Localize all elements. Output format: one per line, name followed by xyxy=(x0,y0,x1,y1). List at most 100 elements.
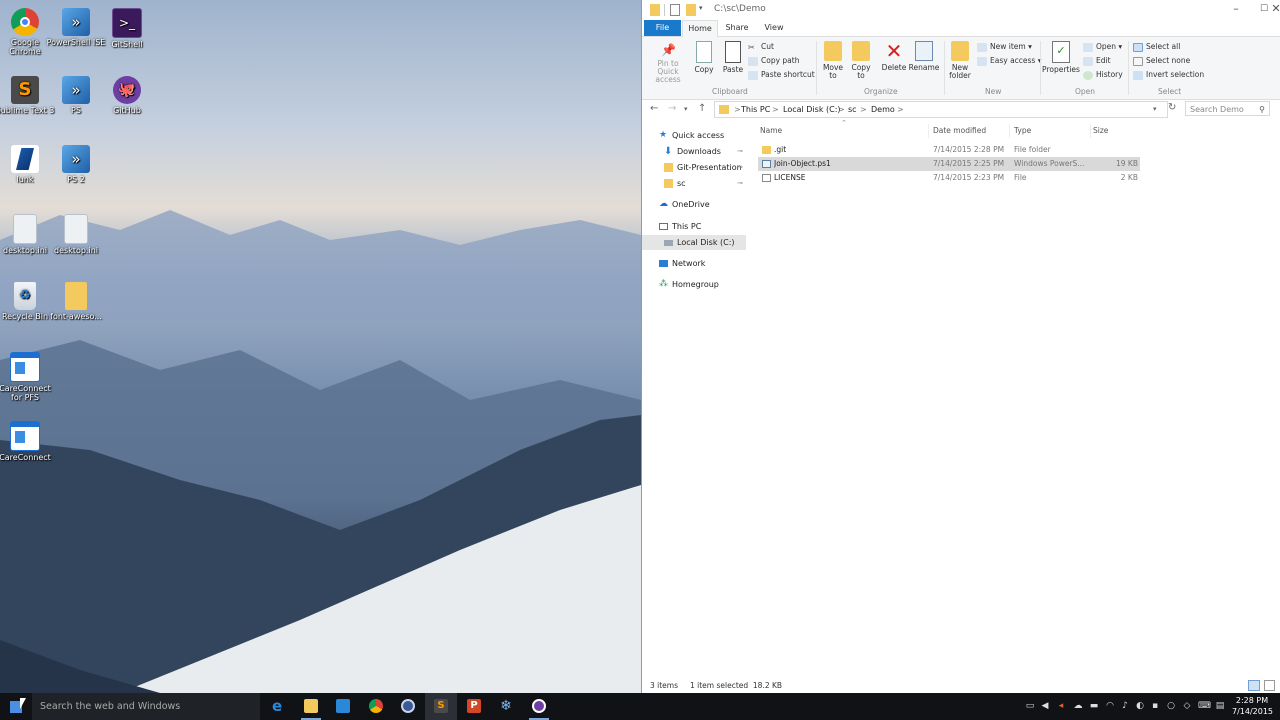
window-title: C:\sc\Demo xyxy=(714,4,766,14)
taskbar-app-snowflake[interactable]: ❄ xyxy=(490,693,522,720)
nav-item-quick-access[interactable]: ★ Quick access xyxy=(642,128,746,143)
taskbar-app-edge[interactable]: e xyxy=(263,693,295,720)
forward-button[interactable]: → xyxy=(668,103,676,114)
copy-button[interactable]: Copy xyxy=(692,41,716,74)
battery-icon[interactable]: ▬ xyxy=(1089,701,1099,711)
properties-button[interactable]: ✓ Properties xyxy=(1042,41,1080,74)
taskbar-app-chrome[interactable] xyxy=(360,693,392,720)
desktop-icon-careconnect-pfs[interactable]: CareConnect for PFS xyxy=(0,352,55,402)
breadcrumb-this-pc[interactable]: This PC xyxy=(741,102,770,117)
show-desktop-icon[interactable]: ▭ xyxy=(1025,701,1035,711)
tab-share[interactable]: Share xyxy=(720,20,754,36)
rename-button[interactable]: Rename xyxy=(908,41,940,72)
copy-to-icon xyxy=(852,41,870,61)
pin-icon[interactable]: ⊸ xyxy=(737,176,743,191)
desktop-icon-github[interactable]: 🐙 GitHub xyxy=(97,76,157,115)
start-button[interactable] xyxy=(0,693,32,720)
taskbar-app-sublime[interactable]: S xyxy=(425,693,457,720)
tray-app-icon[interactable]: ○ xyxy=(1166,701,1176,711)
edit-button[interactable]: Edit xyxy=(1083,56,1111,66)
file-row[interactable]: LICENSE 7/14/2015 2:23 PM File 2 KB xyxy=(758,171,1140,185)
nav-item-sc[interactable]: sc ⊸ xyxy=(642,176,746,191)
easy-access-button[interactable]: Easy access ▾ xyxy=(977,56,1042,66)
chevron-down-icon[interactable]: ▾ xyxy=(699,4,707,16)
column-header-date[interactable]: Date modified xyxy=(933,124,1010,138)
tab-file[interactable]: File xyxy=(644,20,681,36)
taskbar-app-powerpoint[interactable]: P xyxy=(458,693,490,720)
nav-item-onedrive[interactable]: ☁ OneDrive xyxy=(642,197,746,212)
back-button[interactable]: ← xyxy=(650,103,658,114)
speaker-icon[interactable]: ♪ xyxy=(1120,701,1130,711)
chrome-icon xyxy=(11,8,39,36)
breadcrumb-demo[interactable]: Demo xyxy=(871,102,895,117)
tray-app-icon[interactable]: ▪ xyxy=(1150,701,1160,711)
edit-icon xyxy=(1083,56,1093,66)
nav-item-downloads[interactable]: ⬇ Downloads ⊸ xyxy=(642,144,746,159)
notification-icon[interactable]: ▤ xyxy=(1215,701,1225,711)
tray-app-icon[interactable]: ◇ xyxy=(1182,701,1192,711)
breadcrumb-sc[interactable]: sc xyxy=(848,102,857,117)
volume-icon[interactable]: ◀ xyxy=(1040,701,1050,711)
move-to-button[interactable]: Move to xyxy=(820,41,846,80)
wifi-icon[interactable]: ◠ xyxy=(1105,701,1115,711)
taskbar-app-circle[interactable] xyxy=(523,693,555,720)
large-icons-view-icon[interactable] xyxy=(1264,680,1275,691)
close-button[interactable]: ✕ xyxy=(1270,0,1280,20)
pin-quick-access-button[interactable]: 📌 Pin to Quick access xyxy=(646,43,690,84)
recent-locations-button[interactable]: ▾ xyxy=(684,105,688,113)
taskbar-app-file-explorer[interactable] xyxy=(295,693,327,720)
copy-to-button[interactable]: Copy to xyxy=(848,41,874,80)
tab-view[interactable]: View xyxy=(758,20,790,36)
nav-item-local-disk[interactable]: Local Disk (C:) xyxy=(642,235,746,250)
history-button[interactable]: History xyxy=(1083,70,1123,80)
nav-item-git-presentation[interactable]: Git-Presentation ⊸ xyxy=(642,160,746,175)
paste-shortcut-button[interactable]: Paste shortcut xyxy=(748,70,815,80)
cut-button[interactable]: ✂ Cut xyxy=(748,42,774,52)
taskbar-clock[interactable]: 2:28 PM 7/14/2015 xyxy=(1232,695,1273,717)
desktop-icon-ps2[interactable]: » PS 2 xyxy=(46,145,106,184)
refresh-icon[interactable]: ↻ xyxy=(1168,102,1176,113)
scissors-icon: ✂ xyxy=(748,42,755,52)
file-row[interactable]: .git 7/14/2015 2:28 PM File folder xyxy=(758,143,1140,157)
onedrive-tray-icon[interactable]: ☁ xyxy=(1073,701,1083,711)
column-header-type[interactable]: Type xyxy=(1014,124,1091,138)
invert-selection-button[interactable]: Invert selection xyxy=(1133,70,1204,80)
taskbar-app-store[interactable] xyxy=(327,693,359,720)
desktop-icon-careconnect[interactable]: CareConnect xyxy=(0,421,55,462)
tray-app-icon[interactable]: ◐ xyxy=(1135,701,1145,711)
desktop-icon-font-awesome[interactable]: font-aweso... xyxy=(46,282,106,321)
up-button[interactable]: ↑ xyxy=(698,103,706,114)
tab-home[interactable]: Home xyxy=(682,20,718,37)
nav-item-homegroup[interactable]: ⁂ Homegroup xyxy=(642,277,746,292)
select-none-button[interactable]: Select none xyxy=(1133,56,1190,66)
copy-path-button[interactable]: Copy path xyxy=(748,56,799,66)
column-header-size[interactable]: Size xyxy=(1093,124,1139,138)
desktop-icon-desktop-ini-2[interactable]: desktop.ini xyxy=(46,214,106,255)
pin-icon[interactable]: ⊸ xyxy=(737,144,743,159)
select-all-button[interactable]: Select all xyxy=(1133,42,1180,52)
keyboard-icon[interactable]: ⌨ xyxy=(1198,701,1211,711)
delete-button[interactable]: ✕ Delete xyxy=(880,41,908,72)
breadcrumb-local-disk[interactable]: Local Disk (C:) xyxy=(783,102,841,117)
powershell-icon: » xyxy=(62,145,90,173)
desktop-icon-gitshell[interactable]: >_ GitShell xyxy=(97,8,157,49)
tray-app-icon[interactable]: ◂ xyxy=(1056,701,1066,711)
new-folder-button[interactable]: New folder xyxy=(946,41,974,80)
open-button[interactable]: Open ▾ xyxy=(1083,42,1122,52)
paste-button[interactable]: Paste xyxy=(720,41,746,74)
new-folder-quick-icon[interactable] xyxy=(686,4,696,16)
nav-item-network[interactable]: Network xyxy=(642,256,746,271)
address-bar[interactable]: > This PC > Local Disk (C:) > sc > Demo … xyxy=(714,101,1168,118)
nav-item-this-pc[interactable]: This PC xyxy=(642,219,746,234)
new-item-button[interactable]: New item ▾ xyxy=(977,42,1032,52)
properties-quick-icon[interactable] xyxy=(670,4,680,16)
file-row[interactable]: Join-Object.ps1 7/14/2015 2:25 PM Window… xyxy=(758,157,1140,171)
chevron-down-icon[interactable]: ▾ xyxy=(1153,102,1157,117)
column-header-name[interactable]: Name xyxy=(760,124,929,138)
details-view-icon[interactable] xyxy=(1248,680,1260,691)
search-input[interactable]: Search Demo ⚲ xyxy=(1185,101,1270,116)
minimize-button[interactable]: – xyxy=(1222,0,1250,20)
taskbar-app-remote[interactable] xyxy=(392,693,424,720)
pin-icon[interactable]: ⊸ xyxy=(737,160,743,175)
taskbar-search-box[interactable]: Search the web and Windows xyxy=(32,693,260,720)
